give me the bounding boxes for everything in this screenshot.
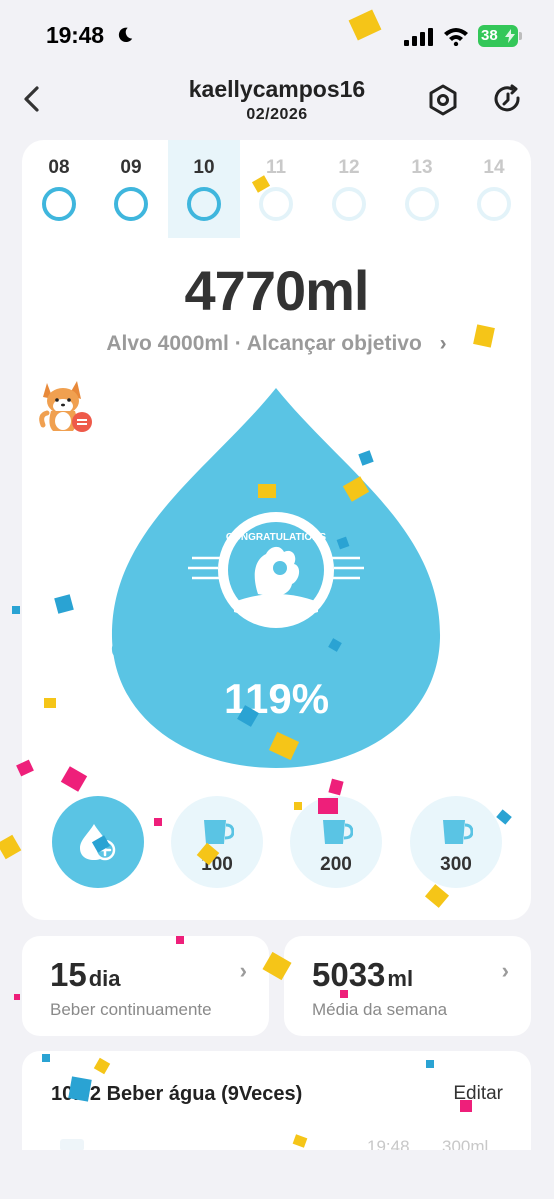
header: kaellycampos16 02/2026 bbox=[0, 70, 554, 134]
day-progress-ring bbox=[405, 187, 439, 221]
day-progress-ring bbox=[477, 187, 511, 221]
streak-unit: dia bbox=[88, 966, 121, 991]
signal-icon bbox=[404, 28, 433, 46]
week-label: Média da semana bbox=[312, 1000, 448, 1019]
day-number: 11 bbox=[265, 157, 287, 178]
month-label: 02/2026 bbox=[246, 106, 308, 123]
cup-icon bbox=[443, 820, 473, 844]
page-title: kaellycampos16 bbox=[188, 76, 366, 102]
quick-add-row: 100 200 300 bbox=[22, 796, 531, 890]
wifi-icon bbox=[444, 28, 468, 46]
total-intake: 4770ml bbox=[184, 259, 370, 322]
day-09[interactable]: 09 bbox=[95, 140, 167, 238]
day-number: 08 bbox=[48, 157, 70, 178]
streak-value-row: 15dia bbox=[50, 956, 121, 994]
settings-hexagon-icon[interactable] bbox=[425, 82, 461, 118]
day-progress-ring bbox=[114, 187, 148, 221]
week-value-row: 5033ml bbox=[312, 956, 413, 994]
day-number: 13 bbox=[411, 157, 433, 178]
hydration-card: 08 09 10 11 12 13 14 4770ml Alvo 4000ml … bbox=[22, 140, 531, 920]
battery-level: 38 bbox=[481, 27, 498, 44]
streak-label: Beber continuamente bbox=[50, 1000, 212, 1019]
add-300ml-button[interactable]: 300 bbox=[410, 796, 502, 888]
cup-amount: 100 bbox=[201, 854, 233, 875]
day-number: 10 bbox=[193, 157, 215, 178]
day-progress-ring bbox=[332, 187, 366, 221]
day-number: 14 bbox=[483, 157, 505, 178]
edit-button[interactable]: Editar bbox=[453, 1083, 503, 1105]
battery-indicator: 38 bbox=[478, 25, 522, 47]
streak-card[interactable]: 15dia Beber continuamente › bbox=[22, 936, 269, 1036]
chevron-right-icon: › bbox=[239, 958, 247, 983]
weekly-average-card[interactable]: 5033ml Média da semana › bbox=[284, 936, 531, 1036]
add-200ml-button[interactable]: 200 bbox=[290, 796, 382, 888]
charging-bolt-icon bbox=[505, 29, 515, 43]
status-bar: 19:48 38 bbox=[0, 0, 554, 70]
chevron-right-icon: › bbox=[501, 958, 509, 983]
day-12[interactable]: 12 bbox=[313, 140, 385, 238]
record-title: 10.02 Beber água (9Veces) bbox=[51, 1083, 303, 1105]
history-icon[interactable] bbox=[490, 82, 526, 118]
day-progress-ring bbox=[187, 187, 221, 221]
day-11[interactable]: 11 bbox=[240, 140, 312, 238]
goal-text: Alvo 4000ml · Alcançar objetivo bbox=[106, 332, 422, 355]
cup-amount: 300 bbox=[440, 854, 472, 875]
chevron-right-icon: › bbox=[439, 332, 447, 355]
water-drop-add-icon bbox=[80, 824, 116, 861]
add-100ml-button[interactable]: 100 bbox=[171, 796, 263, 888]
cup-amount: 200 bbox=[320, 854, 352, 875]
custom-drink-button[interactable] bbox=[52, 796, 144, 888]
day-10[interactable]: 10 bbox=[168, 140, 240, 238]
day-progress-ring bbox=[42, 187, 76, 221]
goal-link[interactable]: Alvo 4000ml · Alcançar objetivo › bbox=[22, 332, 531, 356]
status-time: 19:48 bbox=[46, 22, 104, 48]
moon-icon bbox=[118, 27, 133, 43]
cup-icon bbox=[204, 820, 234, 844]
goal-percent: 119% bbox=[223, 675, 330, 722]
streak-value: 15 bbox=[50, 956, 87, 993]
day-14[interactable]: 14 bbox=[458, 140, 530, 238]
week-unit: ml bbox=[387, 966, 414, 991]
cup-icon bbox=[323, 820, 353, 844]
badge-text: CONGRATULATIONS bbox=[226, 532, 327, 543]
day-08[interactable]: 08 bbox=[23, 140, 95, 238]
day-number: 09 bbox=[120, 157, 142, 178]
day-progress-ring bbox=[259, 187, 293, 221]
week-value: 5033 bbox=[312, 956, 386, 993]
day-13[interactable]: 13 bbox=[386, 140, 458, 238]
week-day-selector: 08 09 10 11 12 13 14 bbox=[22, 140, 531, 238]
day-number: 12 bbox=[338, 157, 360, 178]
bottom-fade bbox=[0, 1150, 554, 1199]
